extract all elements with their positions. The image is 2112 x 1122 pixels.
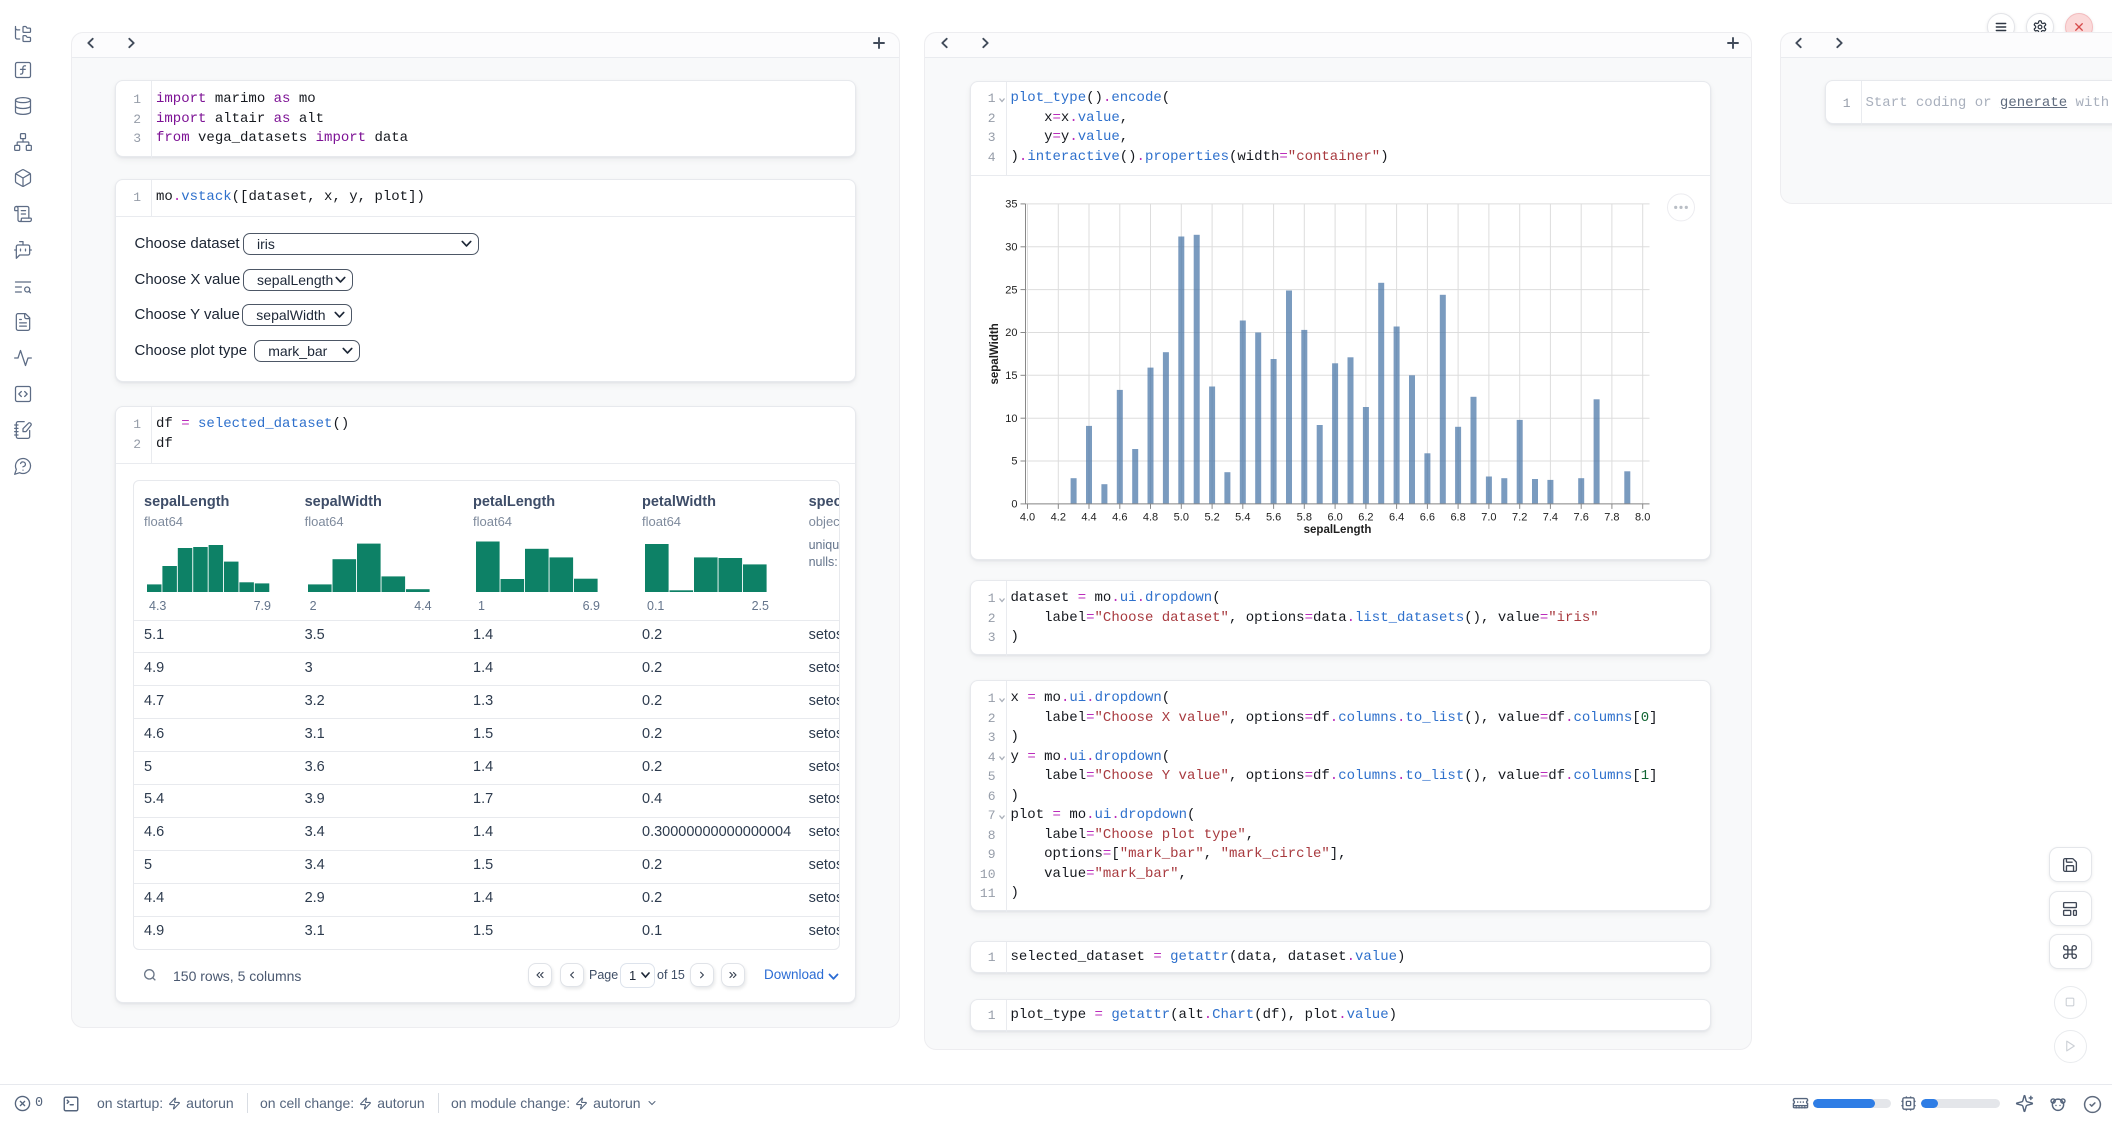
- svg-text:5.2: 5.2: [1204, 511, 1219, 523]
- svg-text:5.6: 5.6: [1265, 511, 1280, 523]
- svg-text:15: 15: [1005, 370, 1017, 382]
- svg-text:6.4: 6.4: [1388, 511, 1403, 523]
- svg-text:8.0: 8.0: [1635, 511, 1650, 523]
- svg-text:10: 10: [1005, 412, 1017, 424]
- svg-text:sepalWidth: sepalWidth: [989, 323, 1001, 384]
- svg-text:5.4: 5.4: [1235, 511, 1250, 523]
- svg-text:4.0: 4.0: [1019, 511, 1034, 523]
- svg-text:4.4: 4.4: [1081, 511, 1096, 523]
- svg-text:4.2: 4.2: [1050, 511, 1065, 523]
- svg-text:20: 20: [1005, 327, 1017, 339]
- svg-text:7.8: 7.8: [1604, 511, 1619, 523]
- svg-text:7.4: 7.4: [1542, 511, 1557, 523]
- svg-text:7.6: 7.6: [1573, 511, 1588, 523]
- svg-text:4.8: 4.8: [1142, 511, 1157, 523]
- svg-text:7.0: 7.0: [1481, 511, 1496, 523]
- svg-text:5.8: 5.8: [1296, 511, 1311, 523]
- svg-text:6.6: 6.6: [1419, 511, 1434, 523]
- svg-text:0: 0: [1011, 498, 1017, 510]
- svg-text:35: 35: [1005, 198, 1017, 210]
- svg-text:6.2: 6.2: [1358, 511, 1373, 523]
- svg-text:6.8: 6.8: [1450, 511, 1465, 523]
- svg-text:25: 25: [1005, 284, 1017, 296]
- svg-text:5: 5: [1011, 455, 1017, 467]
- svg-text:4.6: 4.6: [1112, 511, 1127, 523]
- svg-text:6.0: 6.0: [1327, 511, 1342, 523]
- svg-text:30: 30: [1005, 241, 1017, 253]
- svg-text:sepalLength: sepalLength: [1303, 524, 1371, 536]
- svg-text:5.0: 5.0: [1173, 511, 1188, 523]
- svg-text:7.2: 7.2: [1512, 511, 1527, 523]
